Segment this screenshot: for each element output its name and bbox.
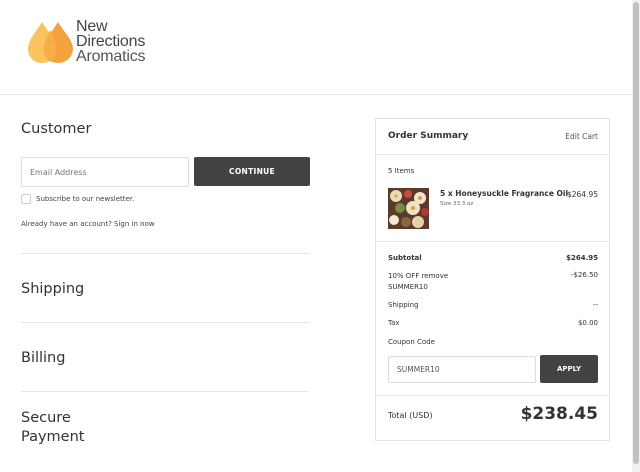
subtotal-label: Subtotal — [388, 254, 422, 262]
total-value: $238.45 — [520, 404, 598, 424]
page-scrollbar[interactable] — [632, 0, 640, 472]
coupon-field[interactable] — [388, 356, 536, 383]
coupon-label: Coupon Code — [388, 338, 435, 346]
shipping-label: Shipping — [388, 301, 419, 309]
continue-button[interactable]: CONTINUE — [194, 157, 310, 186]
product-price: $264.95 — [566, 190, 598, 199]
apply-coupon-button[interactable]: APPLY — [540, 355, 598, 383]
total-label: Total (USD) — [388, 411, 433, 420]
customer-title: Customer — [21, 121, 92, 137]
newsletter-label: Subscribe to our newsletter. — [36, 195, 135, 203]
brand-line-1: New — [76, 18, 108, 35]
order-summary-header: Order Summary Edit Cart — [376, 119, 609, 155]
email-field[interactable] — [21, 157, 189, 187]
brand-logo[interactable]: New Directions Aromatics — [27, 18, 167, 68]
tax-label: Tax — [388, 319, 400, 327]
shipping-title[interactable]: Shipping — [21, 281, 84, 297]
billing-title[interactable]: Billing — [21, 350, 65, 366]
divider — [21, 391, 309, 392]
brand-name: New Directions Aromatics — [76, 18, 146, 65]
items-count: 5 Items — [388, 167, 415, 175]
brand-line-3: Aromatics — [76, 48, 146, 65]
droplets-logo-icon — [28, 22, 73, 63]
site-header: New Directions Aromatics — [0, 0, 640, 95]
product-thumbnail — [388, 188, 429, 229]
divider — [376, 241, 609, 242]
payment-title[interactable]: Secure Payment — [21, 409, 101, 447]
tax-value: $0.00 — [577, 319, 598, 327]
signin-link[interactable]: Already have an account? Sign in now — [21, 220, 155, 228]
order-summary-title: Order Summary — [388, 131, 469, 141]
divider — [376, 395, 609, 396]
divider — [21, 322, 309, 323]
edit-cart-link[interactable]: Edit Cart — [565, 132, 598, 141]
discount-label[interactable]: 10% OFF remove SUMMER10 — [388, 271, 468, 293]
newsletter-option[interactable]: Subscribe to our newsletter. — [21, 194, 134, 204]
brand-line-2: Directions — [76, 33, 146, 50]
discount-value: -$26.50 — [570, 271, 598, 279]
shipping-value: -- — [592, 301, 598, 309]
newsletter-checkbox[interactable] — [21, 194, 31, 204]
subtotal-value: $264.95 — [566, 254, 598, 262]
scrollbar-thumb[interactable] — [633, 2, 639, 464]
order-summary: Order Summary Edit Cart 5 Items 5 x Hone… — [375, 118, 610, 441]
divider — [21, 253, 309, 254]
product-size: Size 33.3 oz — [440, 201, 474, 207]
product-name[interactable]: 5 x Honeysuckle Fragrance Oil — [440, 189, 568, 198]
